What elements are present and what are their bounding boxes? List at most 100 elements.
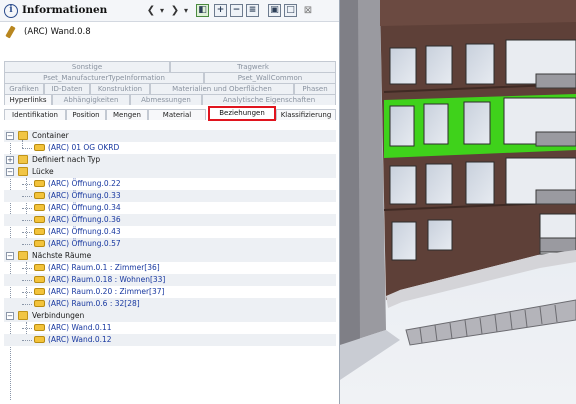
expand-icon: + (216, 5, 225, 15)
close-icon[interactable]: ⊠ (302, 4, 314, 18)
expand-all-button[interactable]: + (214, 4, 227, 17)
tab-grafiken[interactable]: Grafiken (4, 83, 44, 94)
tree-leaf-label: (ARC) 01 OG OKRD (48, 143, 120, 152)
tree-leaf[interactable]: (ARC) Wand.0.12 (4, 334, 336, 346)
window-layout-button[interactable]: ▣ (268, 4, 281, 17)
tree-node-openings[interactable]: − Lücke (4, 166, 336, 178)
tree-leaf[interactable]: (ARC) Öffnung.0.33 (4, 190, 336, 202)
tab-pset-manufacturer[interactable]: Pset_ManufacturerTypeInformation (4, 72, 204, 83)
tab-klassifizierung[interactable]: Klassifizierung (276, 109, 336, 120)
tree-node-label: Nächste Räume (32, 251, 92, 260)
collapse-icon[interactable]: − (6, 168, 14, 176)
balcony-railing (535, 189, 576, 205)
collapse-icon[interactable]: − (6, 312, 14, 320)
link-icon (34, 288, 45, 295)
back-arrow-icon[interactable]: ❮ (146, 4, 156, 18)
tab-tragwerk[interactable]: Tragwerk (170, 61, 336, 72)
info-icon: i (4, 4, 18, 18)
relations-tree: − Container (ARC) 01 OG OKRD + Definiert… (4, 128, 336, 404)
tree-node-label: Verbindungen (32, 311, 85, 320)
folder-icon (18, 311, 28, 320)
tree-leaf-label: (ARC) Öffnung.0.33 (48, 191, 121, 200)
window (391, 221, 417, 261)
3d-viewport[interactable] (340, 0, 576, 404)
layout-icon: ▣ (270, 5, 279, 15)
tab-sonstige[interactable]: Sonstige (4, 61, 170, 72)
tree-leaf[interactable]: (ARC) Wand.0.11 (4, 322, 336, 334)
tree-leaf-label: (ARC) Öffnung.0.22 (48, 179, 121, 188)
forward-dropdown-icon[interactable]: ▾ (182, 4, 190, 18)
tree-branch-line (22, 244, 32, 245)
forward-arrow-icon[interactable]: ❯ (170, 4, 180, 18)
tab-hyperlinks[interactable]: Hyperlinks (4, 94, 52, 105)
window (425, 163, 453, 205)
collapse-all-button[interactable]: − (230, 4, 243, 17)
panel-titlebar: i Informationen ❮ ▾ ❯ ▾ ◧ + − ≡ ▣ □ ⊠ (0, 0, 339, 22)
balcony-railing (539, 237, 576, 253)
tab-row-4: Hyperlinks Abhängigkeiten Abmessungen An… (4, 94, 336, 105)
tree-node-rooms[interactable]: − Nächste Räume (4, 250, 336, 262)
tab-material[interactable]: Material (148, 109, 206, 120)
link-icon (34, 180, 45, 187)
tab-pset-wallcommon[interactable]: Pset_WallCommon (204, 72, 336, 83)
tree-leaf[interactable]: (ARC) Raum.0.20 : Zimmer[37] (4, 286, 336, 298)
tree-leaf-label: (ARC) Raum.0.18 : Wohnen[33] (48, 275, 166, 284)
tab-mengen[interactable]: Mengen (106, 109, 148, 120)
tree-leaf-label: (ARC) Wand.0.12 (48, 335, 112, 344)
tree-branch-line (22, 220, 32, 221)
tree-leaf[interactable]: (ARC) Raum.0.1 : Zimmer[36] (4, 262, 336, 274)
tree-leaf-label: (ARC) Öffnung.0.43 (48, 227, 121, 236)
collapse-icon: − (232, 5, 241, 15)
side-wall-shadow (340, 0, 360, 345)
folder-icon (18, 167, 28, 176)
link-icon (34, 324, 45, 331)
tree-branch-line (22, 280, 32, 281)
tree-leaf[interactable]: (ARC) Öffnung.0.36 (4, 214, 336, 226)
list-view-button[interactable]: ≡ (246, 4, 259, 17)
tab-identifikation[interactable]: Identifikation (4, 109, 66, 120)
tab-abmessungen[interactable]: Abmessungen (130, 94, 202, 105)
maximize-button[interactable]: □ (284, 4, 297, 17)
back-dropdown-icon[interactable]: ▾ (158, 4, 166, 18)
tree-node-label: Lücke (32, 167, 54, 176)
view-icon: ◧ (198, 5, 207, 15)
tree-branch-line (22, 328, 32, 329)
information-panel: i Informationen ❮ ▾ ❯ ▾ ◧ + − ≡ ▣ □ ⊠ (A… (0, 0, 340, 404)
tree-branch-line (22, 208, 32, 209)
tree-node-connections[interactable]: − Verbindungen (4, 310, 336, 322)
tree-branch-line (22, 148, 32, 149)
selected-element-name: (ARC) Wand.0.8 (24, 27, 91, 37)
link-icon (34, 144, 45, 151)
window (389, 105, 415, 147)
tree-leaf[interactable]: (ARC) Öffnung.0.22 (4, 178, 336, 190)
tab-beziehungen[interactable]: Beziehungen (208, 106, 276, 121)
tree-leaf[interactable]: (ARC) Öffnung.0.57 (4, 238, 336, 250)
tree-leaf[interactable]: (ARC) Raum.0.6 : 32[28] (4, 298, 336, 310)
panel-title: Informationen (22, 4, 108, 16)
tab-phasen[interactable]: Phasen (294, 83, 336, 94)
building-model (340, 0, 576, 404)
tab-row-1: Sonstige Tragwerk (4, 61, 336, 72)
tree-branch-line (22, 292, 32, 293)
link-icon (34, 276, 45, 283)
tab-abhaengigkeiten[interactable]: Abhängigkeiten (52, 94, 130, 105)
select-in-view-button[interactable]: ◧ (196, 4, 209, 17)
tree-leaf[interactable]: (ARC) Öffnung.0.43 (4, 226, 336, 238)
collapse-icon[interactable]: − (6, 132, 14, 140)
window (389, 47, 417, 85)
tree-leaf[interactable]: (ARC) 01 OG OKRD (4, 140, 336, 154)
tree-leaf[interactable]: (ARC) Raum.0.18 : Wohnen[33] (4, 274, 336, 286)
folder-icon (18, 155, 28, 164)
tree-branch-line (22, 340, 32, 341)
tree-node-defined-by-type[interactable]: + Definiert nach Typ (4, 154, 336, 166)
collapse-icon[interactable]: − (6, 252, 14, 260)
tab-id-daten[interactable]: ID-Daten (44, 83, 90, 94)
tab-materialien[interactable]: Materialien und Oberflächen (150, 83, 294, 94)
tree-node-container[interactable]: − Container (4, 130, 336, 142)
tree-leaf[interactable]: (ARC) Öffnung.0.34 (4, 202, 336, 214)
link-icon (34, 336, 45, 343)
tab-analytische-eigenschaften[interactable]: Analytische Eigenschaften (202, 94, 336, 105)
expand-icon[interactable]: + (6, 156, 14, 164)
tab-position[interactable]: Position (66, 109, 106, 120)
tab-konstruktion[interactable]: Konstruktion (90, 83, 150, 94)
